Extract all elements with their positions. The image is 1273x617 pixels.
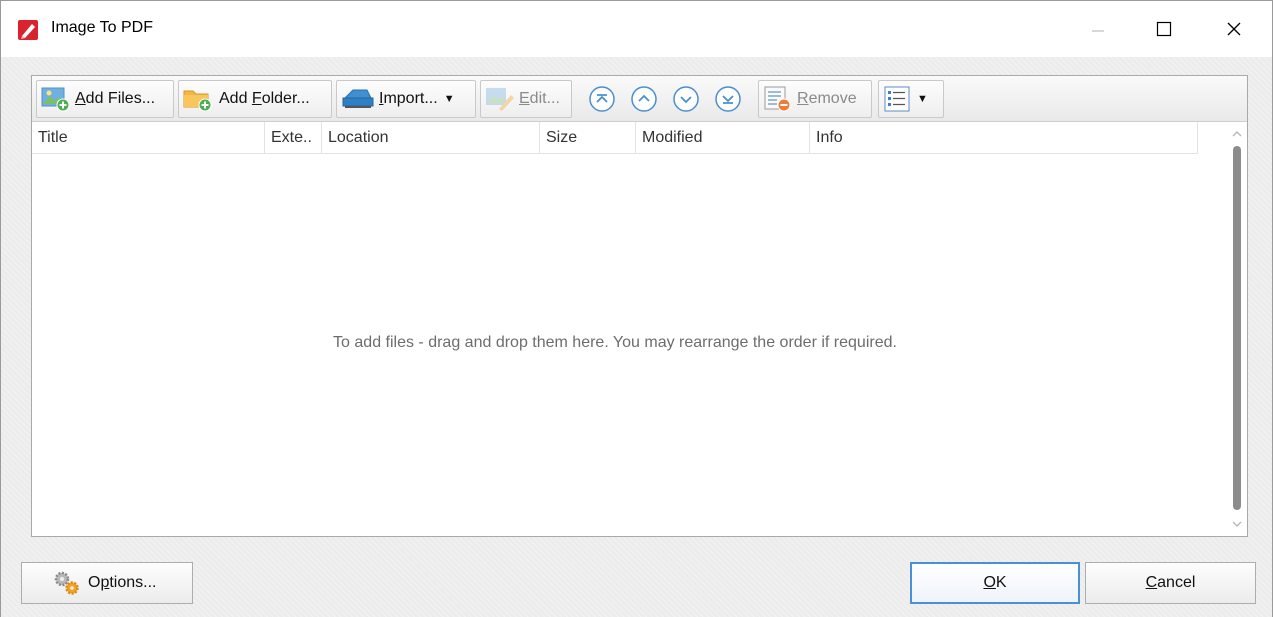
maximize-icon xyxy=(1156,21,1172,37)
minimize-icon xyxy=(1092,30,1104,32)
edit-label: dit... xyxy=(529,90,560,107)
column-size[interactable]: Size xyxy=(540,122,636,154)
close-icon xyxy=(1227,22,1241,36)
scanner-icon xyxy=(342,89,374,108)
file-list-panel: Add Files... Add Folder... Import... ▼ E… xyxy=(31,75,1248,537)
column-extension[interactable]: Exte.. xyxy=(265,122,322,154)
add-folder-button[interactable]: Add Folder... xyxy=(178,80,332,118)
empty-list-message: To add files - drag and drop them here. … xyxy=(333,334,897,351)
ok-label: K xyxy=(995,574,1007,591)
move-to-top-icon xyxy=(589,86,615,112)
move-to-bottom-icon xyxy=(715,86,741,112)
gears-icon xyxy=(54,571,79,595)
dialog-client-area: Add Files... Add Folder... Import... ▼ E… xyxy=(1,57,1272,617)
toolbar: Add Files... Add Folder... Import... ▼ E… xyxy=(32,76,1247,122)
minimize-button[interactable] xyxy=(1069,1,1127,57)
move-up-button[interactable] xyxy=(629,84,659,114)
options-label: tions... xyxy=(109,574,157,591)
image-edit-icon xyxy=(486,88,514,111)
title-bar: Image To PDF xyxy=(1,1,1272,57)
scroll-up-icon[interactable] xyxy=(1231,128,1243,140)
window-title: Image To PDF xyxy=(51,19,153,36)
column-modified[interactable]: Modified xyxy=(636,122,810,154)
import-label: mport... xyxy=(383,90,438,107)
import-button[interactable]: Import... ▼ xyxy=(336,80,476,118)
chevron-down-icon: ▼ xyxy=(443,93,455,105)
remove-mnemonic: R xyxy=(797,90,809,107)
add-files-button[interactable]: Add Files... xyxy=(36,80,174,118)
image-add-icon xyxy=(41,87,70,112)
edit-mnemonic: E xyxy=(519,90,530,107)
vertical-scrollbar[interactable] xyxy=(1227,122,1247,536)
add-folder-mnemonic: F xyxy=(251,90,262,107)
move-to-top-button[interactable] xyxy=(587,84,617,114)
move-down-button[interactable] xyxy=(671,84,701,114)
add-folder-prefix: Add xyxy=(219,90,252,107)
maximize-button[interactable] xyxy=(1135,1,1193,57)
cancel-label: ancel xyxy=(1157,574,1196,591)
chevron-down-icon: ▼ xyxy=(917,93,928,105)
image-to-pdf-dialog: Image To PDF Add Files... Add Folder... … xyxy=(0,0,1273,617)
move-up-icon xyxy=(631,86,657,112)
remove-button[interactable]: Remove xyxy=(758,80,872,118)
options-prefix: O xyxy=(88,574,101,591)
ok-button[interactable]: OK xyxy=(910,562,1080,604)
add-files-label: dd Files... xyxy=(85,90,156,107)
pdf-app-icon xyxy=(18,20,38,40)
scrollbar-thumb[interactable] xyxy=(1233,146,1241,510)
cancel-mnemonic: C xyxy=(1145,574,1158,591)
cancel-button[interactable]: Cancel xyxy=(1085,562,1256,604)
list-view-icon xyxy=(884,86,910,112)
scroll-down-icon[interactable] xyxy=(1231,518,1243,530)
edit-button[interactable]: Edit... xyxy=(480,80,572,118)
folder-add-icon xyxy=(183,90,212,112)
options-button[interactable]: Options... xyxy=(21,562,193,604)
move-to-bottom-button[interactable] xyxy=(713,84,743,114)
column-header-row: Title Exte.. Location Size Modified Info xyxy=(32,122,1198,154)
remove-label: emove xyxy=(808,90,857,107)
column-location[interactable]: Location xyxy=(322,122,540,154)
move-down-icon xyxy=(673,86,699,112)
ok-mnemonic: O xyxy=(983,574,996,591)
view-mode-button[interactable]: ▼ xyxy=(878,80,944,118)
add-files-mnemonic: A xyxy=(75,90,86,107)
column-title[interactable]: Title xyxy=(32,122,265,154)
column-info[interactable]: Info xyxy=(810,122,1198,154)
remove-icon xyxy=(764,86,791,112)
close-button[interactable] xyxy=(1205,1,1263,57)
add-folder-label: older... xyxy=(261,90,310,107)
